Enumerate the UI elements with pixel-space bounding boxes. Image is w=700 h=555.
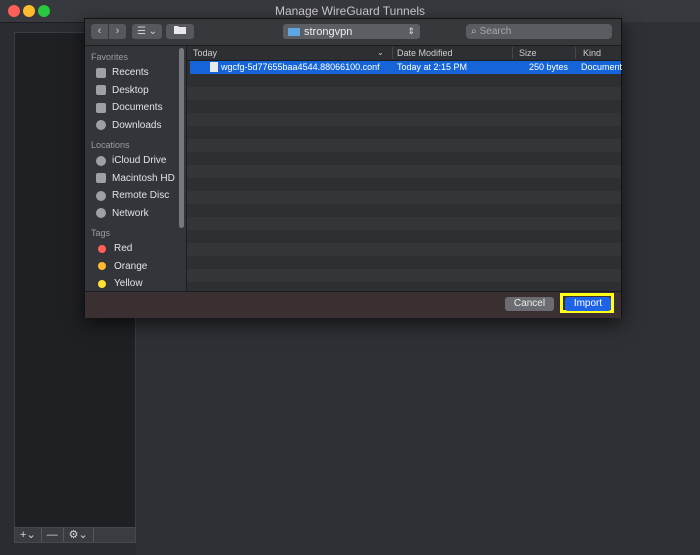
sidebar-item-label: Yellow <box>114 278 143 290</box>
empty-row <box>187 139 621 152</box>
sidebar-scrollbar[interactable] <box>179 48 184 228</box>
empty-row <box>187 113 621 126</box>
sheet-toolbar: ‹ › ☰ ⌄ strongvpn ⇕ ⌕ <box>85 19 621 46</box>
orange-tag-icon <box>98 262 106 271</box>
sidebar-item-label: Desktop <box>112 84 149 96</box>
chevron-down-icon: ⌄ <box>78 529 88 541</box>
favorites-heading: Favorites <box>91 52 129 62</box>
tags-heading: Tags <box>91 228 111 238</box>
column-header-size[interactable]: Size <box>519 48 537 58</box>
location-label: strongvpn <box>304 25 353 38</box>
empty-row <box>187 191 621 204</box>
search-field[interactable]: ⌕ <box>466 24 612 39</box>
view-mode-button[interactable]: ☰ ⌄ <box>132 24 162 39</box>
column-header-name[interactable]: Today <box>193 48 217 58</box>
column-header-row: Today ⌄ Date Modified Size Kind <box>187 46 621 61</box>
file-name: wgcfg-5d77655baa4544.88066100.conf <box>221 62 380 72</box>
sheet-footer: Cancel Import <box>85 291 621 318</box>
documents-icon <box>96 102 106 113</box>
chevron-down-icon: ⌄ <box>26 529 36 541</box>
import-file-sheet: ‹ › ☰ ⌄ strongvpn ⇕ ⌕ Favorites Recents … <box>84 18 622 318</box>
red-tag-icon <box>98 244 106 253</box>
file-kind: Document <box>581 62 623 72</box>
file-rows: wgcfg-5d77655baa4544.88066100.conf Today… <box>187 61 623 297</box>
downloads-icon <box>96 120 106 131</box>
sidebar-item-label: Macintosh HD <box>112 172 175 184</box>
sidebar-item-label: Downloads <box>112 119 162 131</box>
back-button[interactable]: ‹ <box>91 24 108 39</box>
sidebar-item-icloud-drive[interactable]: iCloud Drive <box>85 152 186 170</box>
disc-icon <box>96 190 106 201</box>
search-icon: ⌕ <box>471 26 477 37</box>
file-date: Today at 2:15 PM <box>397 62 468 72</box>
sidebar-item-tag-red[interactable]: Red <box>85 240 186 258</box>
empty-row <box>187 243 621 256</box>
search-input[interactable] <box>479 26 600 37</box>
empty-row <box>187 74 621 87</box>
sheet-sidebar: Favorites Recents Desktop Documents Down… <box>85 46 187 307</box>
empty-row <box>187 230 621 243</box>
empty-row <box>187 269 621 282</box>
empty-row <box>187 165 621 178</box>
sidebar-item-label: Recents <box>112 67 149 79</box>
folder-icon <box>288 27 300 36</box>
remove-tunnel-button[interactable]: — <box>42 528 64 542</box>
sidebar-item-downloads[interactable]: Downloads <box>85 117 186 135</box>
file-browser-list: Today ⌄ Date Modified Size Kind wgcfg-5d… <box>187 46 623 307</box>
sidebar-item-label: Documents <box>112 102 163 114</box>
empty-row <box>187 100 621 113</box>
updown-chevron-icon: ⇕ <box>407 26 415 36</box>
empty-row <box>187 178 621 191</box>
sidebar-item-network[interactable]: Network <box>85 205 186 223</box>
sidebar-item-recents[interactable]: Recents <box>85 64 186 82</box>
sidebar-item-label: iCloud Drive <box>112 155 167 167</box>
empty-row <box>187 152 621 165</box>
import-button[interactable]: Import <box>565 297 611 311</box>
cancel-button[interactable]: Cancel <box>505 297 554 311</box>
tunnel-list-toolbar: +⌄ — ⚙⌄ <box>14 527 136 543</box>
sidebar-item-label: Network <box>112 207 149 219</box>
column-divider[interactable] <box>392 47 393 59</box>
new-folder-button[interactable] <box>166 24 194 39</box>
sidebar-item-remote-disc[interactable]: Remote Disc <box>85 187 186 205</box>
hard-drive-icon <box>96 173 106 184</box>
gear-icon: ⚙ <box>68 529 79 541</box>
desktop-icon <box>96 85 106 96</box>
empty-row <box>187 204 621 217</box>
sidebar-item-macintosh-hd[interactable]: Macintosh HD <box>85 170 186 188</box>
window-title: Manage WireGuard Tunnels <box>274 4 426 18</box>
column-divider[interactable] <box>575 47 576 59</box>
cloud-icon <box>96 155 106 166</box>
empty-row <box>187 87 621 100</box>
column-header-date[interactable]: Date Modified <box>397 48 453 58</box>
sidebar-item-label: Orange <box>114 260 148 272</box>
globe-icon <box>96 208 106 219</box>
sort-chevron-icon: ⌄ <box>377 48 384 57</box>
file-row-selected[interactable]: wgcfg-5d77655baa4544.88066100.conf Today… <box>190 61 623 74</box>
sidebar-item-desktop[interactable]: Desktop <box>85 82 186 100</box>
add-tunnel-button[interactable]: +⌄ <box>15 528 42 542</box>
document-icon <box>210 62 218 72</box>
sidebar-item-tag-orange[interactable]: Orange <box>85 258 186 276</box>
empty-row <box>187 126 621 139</box>
sidebar-item-label: Red <box>114 243 133 255</box>
location-popup[interactable]: strongvpn ⇕ <box>283 24 420 39</box>
forward-button[interactable]: › <box>109 24 126 39</box>
sidebar-item-documents[interactable]: Documents <box>85 99 186 117</box>
empty-row <box>187 256 621 269</box>
sidebar-item-label: Remote Disc <box>112 190 170 202</box>
actions-menu-button[interactable]: ⚙⌄ <box>64 528 94 542</box>
yellow-tag-icon <box>98 279 106 288</box>
column-header-kind[interactable]: Kind <box>583 48 601 58</box>
column-divider[interactable] <box>512 47 513 59</box>
recents-icon <box>96 67 106 78</box>
sidebar-item-tag-yellow[interactable]: Yellow <box>85 275 186 293</box>
locations-heading: Locations <box>91 140 130 150</box>
folder-icon <box>174 26 186 34</box>
file-size: 250 bytes <box>529 62 569 72</box>
empty-row <box>187 217 621 230</box>
